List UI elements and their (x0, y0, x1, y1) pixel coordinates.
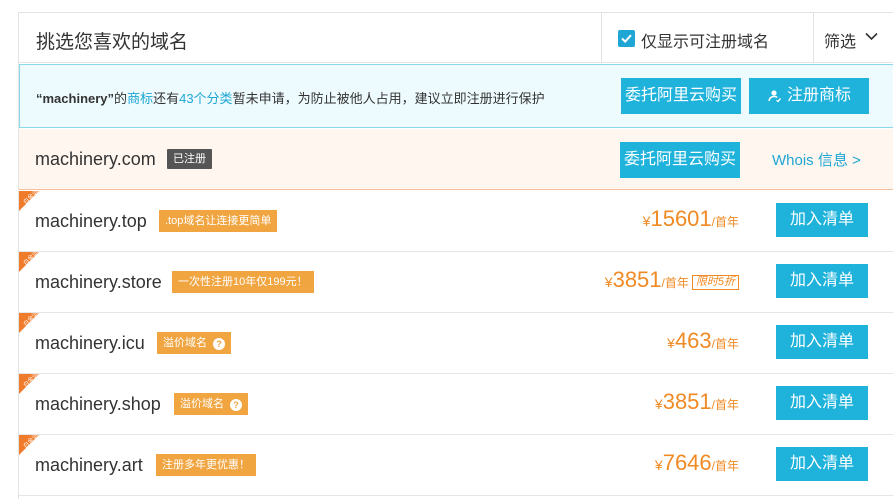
chevron-down-icon (865, 32, 878, 41)
price-unit: /首年 (661, 276, 689, 290)
price: ¥7646/首年 (655, 450, 739, 476)
domain-row: 白金词 machinery.icu 溢价域名? ¥463/首年 加入清单 (19, 313, 893, 374)
premium-tag-label: 溢价域名 (180, 398, 224, 410)
price-currency: ¥ (654, 396, 663, 412)
categories-link[interactable]: 43个分类 (179, 91, 232, 106)
domain-row: 白金词 machinery.store 一次性注册10年仅199元！ ¥3851… (19, 252, 893, 313)
notice-text-part: 的 (114, 91, 128, 106)
domain-row: 白金词 machinery.art 注册多年更优惠！ ¥7646/首年 加入清单 (19, 435, 893, 496)
notice-keyword: “machinery” (36, 91, 115, 106)
add-to-list-button[interactable]: 加入清单 (776, 386, 868, 420)
price: ¥15601/首年 (643, 206, 739, 232)
entrust-purchase-button[interactable]: 委托阿里云购买 (621, 78, 741, 114)
promo-tag: 一次性注册10年仅199元！ (172, 271, 314, 293)
price-value: 463 (674, 328, 712, 353)
register-trademark-button[interactable]: 注册商标 (749, 78, 869, 114)
notice-text-part: 暂未申请，为防止被他人占用，建议立即注册进行保护 (232, 91, 545, 106)
price-value: 7646 (662, 450, 712, 475)
whois-link[interactable]: Whois 信息 > (772, 149, 861, 170)
price-value: 3851 (662, 389, 712, 414)
add-to-list-button[interactable]: 加入清单 (776, 264, 868, 298)
domain-row: 白金词 machinery.shop 溢价域名? ¥3851/首年 加入清单 (19, 374, 893, 435)
trademark-user-icon (768, 90, 781, 102)
price-currency: ¥ (667, 335, 675, 351)
trademark-notice-text: “machinery”的商标还有43个分类暂未申请，为防止被他人占用，建议立即注… (36, 88, 545, 107)
price: ¥463/首年 (667, 328, 739, 354)
filter-dropdown[interactable]: 筛选 (814, 13, 893, 63)
filter-label: 筛选 (824, 34, 857, 51)
domain-row: 白金词 machinery.top .top域名让连接更简单 ¥15601/首年… (19, 191, 893, 252)
registered-domain-row: machinery.com 已注册 委托阿里云购买 Whois 信息 > (19, 129, 893, 190)
add-to-list-button[interactable]: 加入清单 (776, 203, 868, 237)
help-icon[interactable]: ? (230, 399, 242, 411)
only-available-label[interactable]: 仅显示可注册域名 (641, 28, 769, 52)
premium-tag: 溢价域名? (174, 393, 248, 415)
help-icon[interactable]: ? (213, 338, 225, 350)
price: ¥3851/首年 (655, 389, 739, 415)
premium-tag-label: 溢价域名 (163, 337, 207, 349)
price-currency: ¥ (604, 274, 613, 290)
domain-name: machinery.top (35, 211, 147, 231)
price-value: 3851 (612, 267, 662, 292)
price-unit: /首年 (711, 459, 739, 473)
trademark-link[interactable]: 商标 (127, 91, 153, 106)
promo-tag: 注册多年更优惠！ (156, 454, 256, 476)
domain-list-panel: 挑选您喜欢的域名 仅显示可注册域名 筛选 “machinery”的商标还有43个… (18, 12, 893, 499)
domain-name: machinery.art (35, 455, 143, 475)
price: ¥3851/首年 限时5折 (605, 267, 739, 293)
price-value: 15601 (650, 206, 712, 231)
list-header: 挑选您喜欢的域名 仅显示可注册域名 筛选 (19, 13, 893, 63)
price-unit: /首年 (711, 337, 739, 351)
promo-tag: .top域名让连接更简单 (159, 210, 278, 232)
price-unit: /首年 (711, 215, 739, 229)
add-to-list-button[interactable]: 加入清单 (776, 447, 868, 481)
domain-name: machinery.com (35, 149, 156, 169)
premium-tag: 溢价域名? (157, 332, 231, 354)
notice-text-part: 还有 (153, 91, 180, 106)
divider (601, 13, 602, 63)
entrust-purchase-button[interactable]: 委托阿里云购买 (620, 142, 740, 178)
checkmark-icon (621, 34, 632, 44)
page-title: 挑选您喜欢的域名 (36, 32, 189, 53)
price-currency: ¥ (654, 457, 663, 473)
only-available-checkbox[interactable] (618, 30, 635, 47)
discount-badge: 限时5折 (691, 275, 739, 290)
domain-name: machinery.store (35, 272, 162, 292)
trademark-notice: “machinery”的商标还有43个分类暂未申请，为防止被他人占用，建议立即注… (19, 64, 893, 128)
domain-name: machinery.shop (35, 394, 161, 414)
register-trademark-label: 注册商标 (787, 87, 852, 104)
domain-name: machinery.icu (35, 333, 145, 353)
registered-badge: 已注册 (167, 149, 212, 169)
price-unit: /首年 (711, 398, 739, 412)
add-to-list-button[interactable]: 加入清单 (776, 325, 868, 359)
